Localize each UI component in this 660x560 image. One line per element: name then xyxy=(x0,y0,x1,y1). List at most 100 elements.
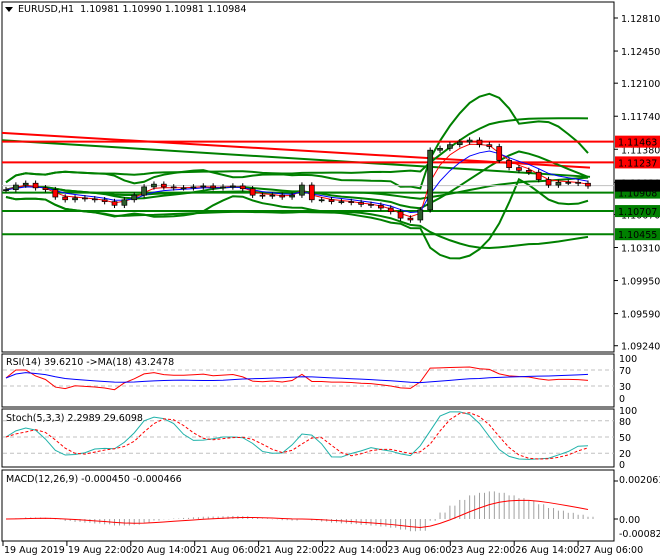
price-level-label: 1.11463 xyxy=(618,138,657,149)
candle xyxy=(42,187,49,191)
price-axis-label: 1.10310 xyxy=(621,244,660,255)
stoch-axis-label: 20 xyxy=(619,449,631,460)
candle xyxy=(200,185,207,188)
candle xyxy=(506,159,512,168)
candle xyxy=(259,194,266,197)
rsi-axis-label: 70 xyxy=(619,366,631,377)
candle xyxy=(121,199,128,206)
candle xyxy=(575,181,581,184)
time-axis-label: 23 Aug 22:00 xyxy=(451,545,515,556)
candle xyxy=(210,185,217,189)
candle xyxy=(328,199,335,202)
candle xyxy=(230,185,236,188)
price-axis-label: 1.11740 xyxy=(621,112,660,123)
candle xyxy=(348,201,355,203)
time-axis-label: 19 Aug 22:00 xyxy=(68,545,132,556)
candle xyxy=(525,170,532,173)
candle xyxy=(82,197,88,200)
candle xyxy=(338,201,345,203)
price-level-label: 1.10455 xyxy=(618,230,657,241)
candle xyxy=(377,204,384,209)
candle xyxy=(565,181,572,184)
candle xyxy=(545,179,552,186)
bollinger-band-mid xyxy=(5,176,589,200)
price-axis-label: 1.09590 xyxy=(621,310,660,321)
time-axis-label: 20 Aug 14:00 xyxy=(132,545,196,556)
candle xyxy=(22,182,29,186)
symbol: EURUSD,H1 xyxy=(18,4,75,15)
price-level-label: 1.10707 xyxy=(618,207,657,218)
dropdown-triangle-icon[interactable] xyxy=(5,7,13,12)
candle xyxy=(456,141,463,146)
candle xyxy=(220,186,226,189)
macd-axis-label: 0.002061 xyxy=(619,475,660,486)
candle xyxy=(289,194,295,198)
main-panel xyxy=(1,1,615,353)
candle xyxy=(13,184,19,191)
candle xyxy=(32,182,39,189)
time-axis-label: 21 Aug 06:00 xyxy=(196,545,260,556)
ohlc-low: 1.10981 xyxy=(164,4,205,15)
macd-signal-line xyxy=(5,499,589,528)
candle xyxy=(555,181,562,186)
macd-axis-label: -0.000828 xyxy=(619,529,660,540)
candle xyxy=(269,194,276,197)
candle xyxy=(180,187,187,190)
candle xyxy=(476,139,483,146)
time-axis-label: 23 Aug 06:00 xyxy=(387,545,451,556)
candle xyxy=(466,139,473,143)
candle xyxy=(417,209,424,221)
candle xyxy=(318,199,325,202)
candle xyxy=(249,188,256,196)
candle xyxy=(170,186,177,189)
candle xyxy=(308,184,315,201)
ohlc-open: 1.10981 xyxy=(80,4,120,15)
price-axis-label: 1.09950 xyxy=(621,277,660,288)
candle xyxy=(387,207,394,213)
current-price-label: 1.10984 xyxy=(618,182,657,193)
price-axis-label: 1.12450 xyxy=(621,47,660,58)
candle xyxy=(101,199,108,202)
candle xyxy=(160,183,167,188)
stoch-axis-label: 100 xyxy=(619,406,637,417)
candle xyxy=(535,171,542,180)
candle xyxy=(72,197,78,201)
candle xyxy=(397,211,404,219)
price-axis-label: 1.12100 xyxy=(621,79,660,90)
rsi-axis-label: 30 xyxy=(619,382,631,393)
stoch-label: Stoch(5,3,3) 2.2989 29.6098 xyxy=(6,413,143,424)
chart-title: EURUSD,H1 1.10981 1.10990 1.10981 1.1098… xyxy=(5,4,246,15)
price-axis-label: 1.12810 xyxy=(621,14,660,25)
candle xyxy=(447,144,453,149)
time-axis-label: 22 Aug 14:00 xyxy=(324,545,388,556)
candle xyxy=(358,202,364,205)
candle xyxy=(62,196,69,201)
candle xyxy=(437,148,443,151)
stoch-axis-label: 0 xyxy=(619,460,625,471)
rsi-axis-label: 0 xyxy=(619,394,625,405)
candle xyxy=(52,189,59,198)
candle xyxy=(486,144,493,147)
candle xyxy=(91,198,98,201)
candle xyxy=(299,184,305,196)
time-axis-label: 19 Aug 2019 xyxy=(4,545,65,556)
candle xyxy=(151,183,157,188)
macd-axis-label: 0.00 xyxy=(619,515,640,526)
candle xyxy=(585,182,591,187)
candle xyxy=(368,204,374,206)
price-axis-label: 1.09240 xyxy=(621,342,660,353)
trading-chart-window: 1.128101.124501.121001.117401.113801.110… xyxy=(0,0,660,560)
rsi-label: RSI(14) 39.6210 ->MA(18) 43.2478 xyxy=(6,357,175,368)
candle xyxy=(496,146,503,161)
stoch-axis-label: 50 xyxy=(619,433,631,444)
time-axis-label: 26 Aug 14:00 xyxy=(515,545,579,556)
main-plot xyxy=(2,92,614,260)
ohlc-close: 1.10984 xyxy=(207,4,247,15)
price-level-label: 1.11237 xyxy=(618,158,657,169)
time-axis-label: 27 Aug 06:00 xyxy=(579,545,643,556)
stoch-axis-label: 80 xyxy=(619,417,631,428)
ohlc-high: 1.10990 xyxy=(122,4,162,15)
macd-label: MACD(12,26,9) -0.000450 -0.000466 xyxy=(6,474,182,485)
time-axis-label: 21 Aug 22:00 xyxy=(260,545,324,556)
candle xyxy=(427,149,434,211)
